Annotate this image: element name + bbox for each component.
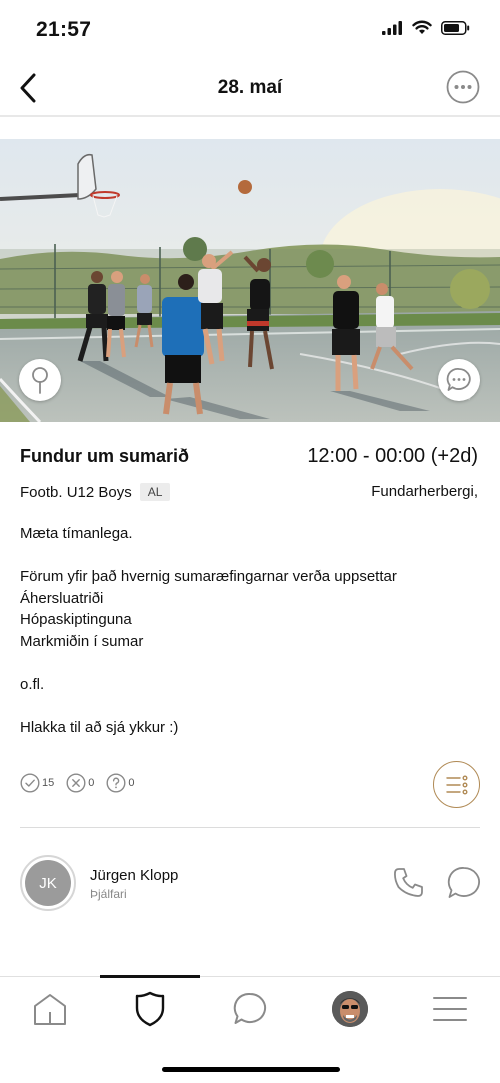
team-badge: AL bbox=[139, 483, 171, 501]
avatar-initials: JK bbox=[25, 860, 71, 906]
check-circle-icon bbox=[20, 773, 40, 793]
accepted-count-value: 15 bbox=[42, 777, 55, 789]
map-location-button[interactable] bbox=[19, 359, 61, 401]
description-line: Hópaskiptinguna bbox=[20, 611, 132, 628]
page-title: 28. maí bbox=[217, 77, 283, 98]
tab-home[interactable] bbox=[0, 989, 100, 1029]
phone-icon[interactable] bbox=[390, 865, 426, 901]
event-location[interactable]: Fundarherbergi, bbox=[371, 483, 478, 500]
status-time: 21:57 bbox=[36, 18, 92, 41]
team-name: Footb. U12 Boys bbox=[20, 483, 132, 501]
home-indicator bbox=[162, 1067, 340, 1072]
event-title: Fundur um sumarið bbox=[20, 446, 190, 466]
description-line bbox=[20, 652, 480, 674]
shield-icon bbox=[135, 991, 165, 1027]
home-icon bbox=[34, 994, 66, 1025]
unknown-count-value: 0 bbox=[128, 777, 135, 789]
tab-bar bbox=[0, 975, 500, 1046]
description-line: o.fl. bbox=[20, 675, 45, 693]
chat-bubble-icon bbox=[446, 368, 471, 391]
map-pin-icon bbox=[32, 367, 48, 394]
declined-count-value: 0 bbox=[88, 777, 95, 789]
description-line bbox=[20, 695, 480, 717]
description-line: Áhersluatriði bbox=[20, 589, 104, 607]
contact-name: Jürgen Klopp bbox=[90, 867, 179, 884]
event-team: Footb. U12 Boys AL bbox=[20, 483, 171, 501]
active-tab-indicator bbox=[100, 975, 200, 978]
description-line bbox=[20, 545, 480, 567]
tab-team[interactable] bbox=[100, 989, 200, 1029]
list-icon bbox=[445, 775, 468, 795]
tab-profile[interactable] bbox=[300, 989, 400, 1029]
contact-role: Þjálfari bbox=[90, 887, 127, 901]
x-circle-icon bbox=[66, 773, 86, 793]
profile-photo-icon bbox=[332, 991, 368, 1027]
coach-contact: JK Jürgen Klopp Þjálfari bbox=[20, 855, 480, 911]
attendee-list-button[interactable] bbox=[433, 761, 480, 808]
chat-icon bbox=[233, 992, 266, 1024]
event-chat-button[interactable] bbox=[438, 359, 480, 401]
accepted-count[interactable]: 15 bbox=[20, 773, 54, 793]
description-line: Hlakka til að sjá ykkur :) bbox=[20, 718, 179, 736]
tab-menu[interactable] bbox=[400, 989, 500, 1029]
nav-bar: 28. maí bbox=[0, 62, 500, 117]
unknown-count[interactable]: 0 bbox=[106, 773, 135, 793]
event-time: 12:00 - 00:00 (+2d) bbox=[307, 445, 478, 467]
battery-icon bbox=[441, 20, 470, 35]
divider bbox=[20, 827, 480, 828]
declined-count[interactable]: 0 bbox=[66, 773, 94, 793]
message-icon[interactable] bbox=[446, 865, 482, 901]
avatar[interactable]: JK bbox=[20, 855, 76, 911]
description-line: Mæta tímanlega. bbox=[20, 525, 133, 542]
basketball-court-photo bbox=[0, 139, 500, 422]
tab-messages[interactable] bbox=[200, 989, 300, 1029]
question-circle-icon bbox=[106, 773, 126, 793]
event-image bbox=[0, 139, 500, 422]
hamburger-menu-icon bbox=[433, 997, 467, 1021]
more-options-icon[interactable] bbox=[446, 70, 480, 104]
description-line: Förum yfir það hvernig sumaræfingarnar v… bbox=[20, 568, 397, 585]
status-icons bbox=[382, 20, 470, 35]
status-bar: 21:57 bbox=[0, 0, 500, 62]
event-description: Mæta tímanlega. Förum yfir það hvernig s… bbox=[20, 523, 480, 738]
signal-icon bbox=[382, 20, 402, 35]
wifi-icon bbox=[412, 20, 432, 34]
profile-avatar bbox=[332, 991, 368, 1027]
attendance-responses: 15 0 0 bbox=[20, 773, 135, 793]
description-line: Markmiðin í sumar bbox=[20, 632, 144, 650]
